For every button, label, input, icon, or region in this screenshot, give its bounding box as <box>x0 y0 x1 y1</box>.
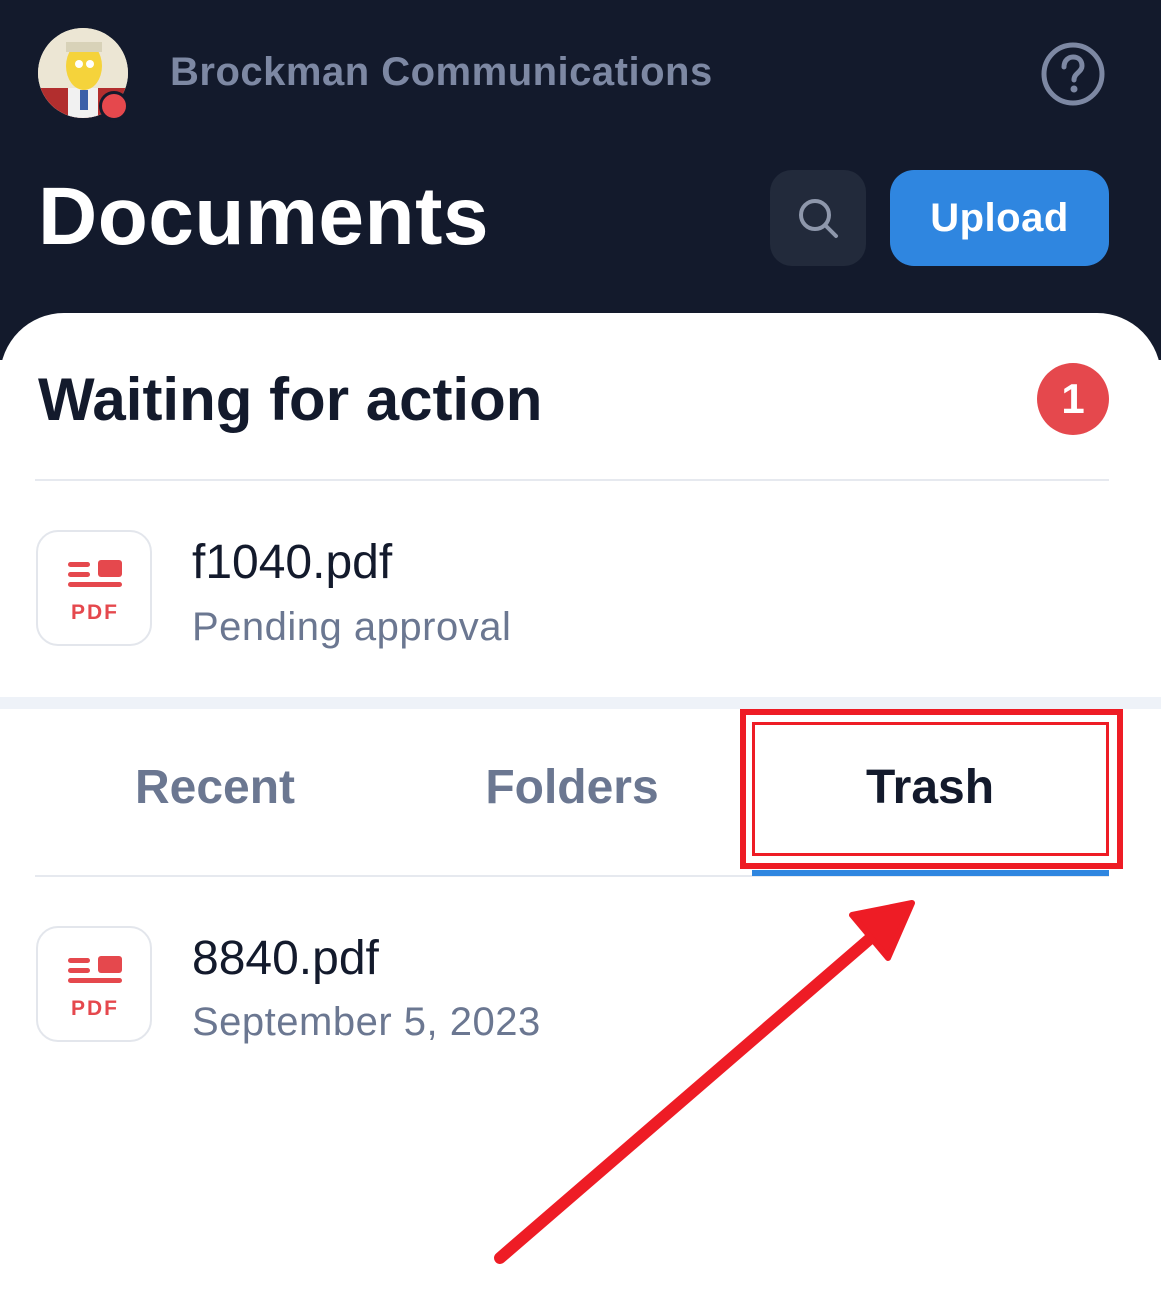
active-tab-indicator <box>752 870 1109 876</box>
documents-screen: Brockman Communications Documents Upload… <box>0 0 1161 1315</box>
count-badge: 1 <box>1037 363 1109 435</box>
file-name[interactable]: f1040.pdf <box>192 535 392 590</box>
tab-trash[interactable]: Trash <box>780 760 1080 815</box>
question-circle-icon[interactable] <box>1040 41 1106 107</box>
pdf-icon: PDF <box>36 926 152 1042</box>
file-date: September 5, 2023 <box>192 1000 541 1044</box>
divider <box>35 479 1109 481</box>
pdf-label: PDF <box>71 997 119 1020</box>
section-separator <box>0 697 1161 709</box>
section-title: Waiting for action <box>38 366 543 433</box>
upload-button[interactable]: Upload <box>890 170 1109 266</box>
pdf-icon: PDF <box>36 530 152 646</box>
organization-name[interactable]: Brockman Communications <box>170 50 713 95</box>
search-button[interactable] <box>770 170 866 266</box>
pdf-label: PDF <box>71 601 119 624</box>
file-name[interactable]: 8840.pdf <box>192 931 379 986</box>
search-icon <box>799 199 838 238</box>
status-dot <box>99 91 129 121</box>
tab-folders[interactable]: Folders <box>422 760 722 815</box>
tab-recent[interactable]: Recent <box>65 760 365 815</box>
page-title: Documents <box>38 171 490 262</box>
file-status: Pending approval <box>192 605 512 649</box>
